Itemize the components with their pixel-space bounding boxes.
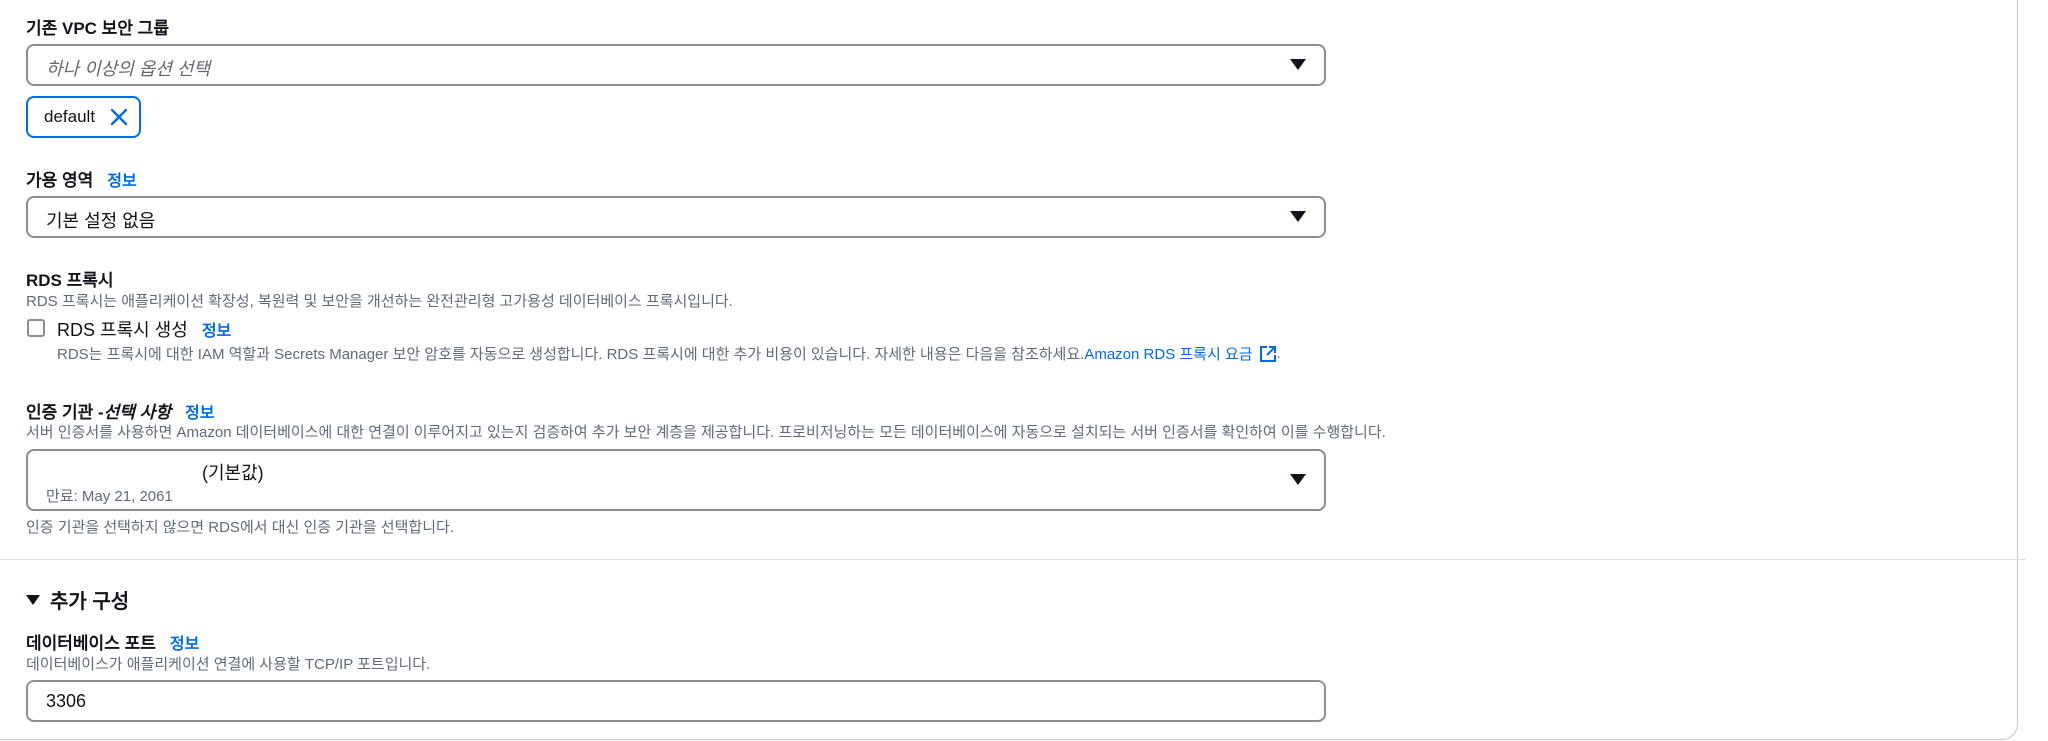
database-port-label: 데이터베이스 포트 xyxy=(26,634,156,653)
vpc-security-group-placeholder: 하나 이상의 옵션 선택 xyxy=(46,59,211,79)
settings-panel xyxy=(0,0,2018,740)
vpc-security-group-label: 기존 VPC 보안 그룹 xyxy=(26,19,169,38)
database-port-input[interactable]: 3306 xyxy=(26,680,1326,722)
certificate-authority-header: 인증 기관 - 선택 사항 정보 xyxy=(26,398,214,423)
external-link-icon[interactable] xyxy=(1259,345,1277,363)
security-group-token-label: default xyxy=(44,107,96,126)
certificate-authority-hint: 인증 기관을 선택하지 않으면 RDS에서 대신 인증 기관을 선택합니다. xyxy=(26,519,454,536)
security-group-token: default xyxy=(26,96,142,138)
availability-zone-info-link[interactable]: 정보 xyxy=(107,167,136,191)
additional-config-toggle[interactable]: 추가 구성 xyxy=(26,585,129,614)
rds-proxy-checkbox-description: RDS는 프록시에 대한 IAM 역할과 Secrets Manager 보안 … xyxy=(57,346,1085,363)
rds-proxy-label: RDS 프록시 xyxy=(26,271,114,290)
certificate-authority-label: 인증 기관 - xyxy=(26,403,104,422)
database-port-value: 3306 xyxy=(46,691,87,711)
rds-proxy-info-link[interactable]: 정보 xyxy=(202,317,231,341)
rds-proxy-pricing-link[interactable]: Amazon RDS 프록시 요금 xyxy=(1084,343,1252,364)
certificate-authority-optional: 선택 사항 xyxy=(103,403,171,422)
caret-down-icon xyxy=(26,594,40,605)
caret-down-icon xyxy=(1290,211,1306,222)
availability-zone-header: 가용 영역 정보 xyxy=(26,166,137,191)
vpc-security-group-select[interactable]: 하나 이상의 옵션 선택 xyxy=(26,44,1326,86)
database-port-info-link[interactable]: 정보 xyxy=(170,630,199,654)
close-icon[interactable] xyxy=(109,107,129,127)
database-port-header: 데이터베이스 포트 정보 xyxy=(26,629,199,654)
database-port-description: 데이터베이스가 애플리케이션 연결에 사용할 TCP/IP 포트입니다. xyxy=(26,656,431,673)
rds-proxy-pricing-trailing: . xyxy=(1276,345,1281,362)
certificate-authority-select[interactable]: (기본값) 만료: May 21, 2061 xyxy=(26,449,1326,511)
certificate-authority-expiry: 만료: May 21, 2061 xyxy=(46,488,173,505)
caret-down-icon xyxy=(1290,59,1306,70)
rds-proxy-checkbox[interactable] xyxy=(27,319,45,337)
certificate-authority-default-suffix: (기본값) xyxy=(202,463,264,483)
section-divider xyxy=(0,559,2026,560)
availability-zone-select[interactable]: 기본 설정 없음 xyxy=(26,196,1326,238)
rds-proxy-description: RDS 프록시는 애플리케이션 확장성, 복원력 및 보안을 개선하는 완전관리… xyxy=(26,293,733,310)
rds-proxy-checkbox-label[interactable]: RDS 프록시 생성 xyxy=(57,316,188,342)
rds-proxy-checkbox-row: RDS 프록시 생성 정보 xyxy=(57,316,231,342)
certificate-authority-description: 서버 인증서를 사용하면 Amazon 데이터베이스에 대한 연결이 이루어지고… xyxy=(26,424,1386,441)
additional-config-label: 추가 구성 xyxy=(50,591,130,613)
certificate-authority-info-link[interactable]: 정보 xyxy=(185,399,214,423)
rds-proxy-checkbox-description-row: RDS는 프록시에 대한 IAM 역할과 Secrets Manager 보안 … xyxy=(57,343,1281,364)
caret-down-icon xyxy=(1290,474,1306,485)
availability-zone-value: 기본 설정 없음 xyxy=(46,211,156,231)
availability-zone-label: 가용 영역 xyxy=(26,171,94,190)
